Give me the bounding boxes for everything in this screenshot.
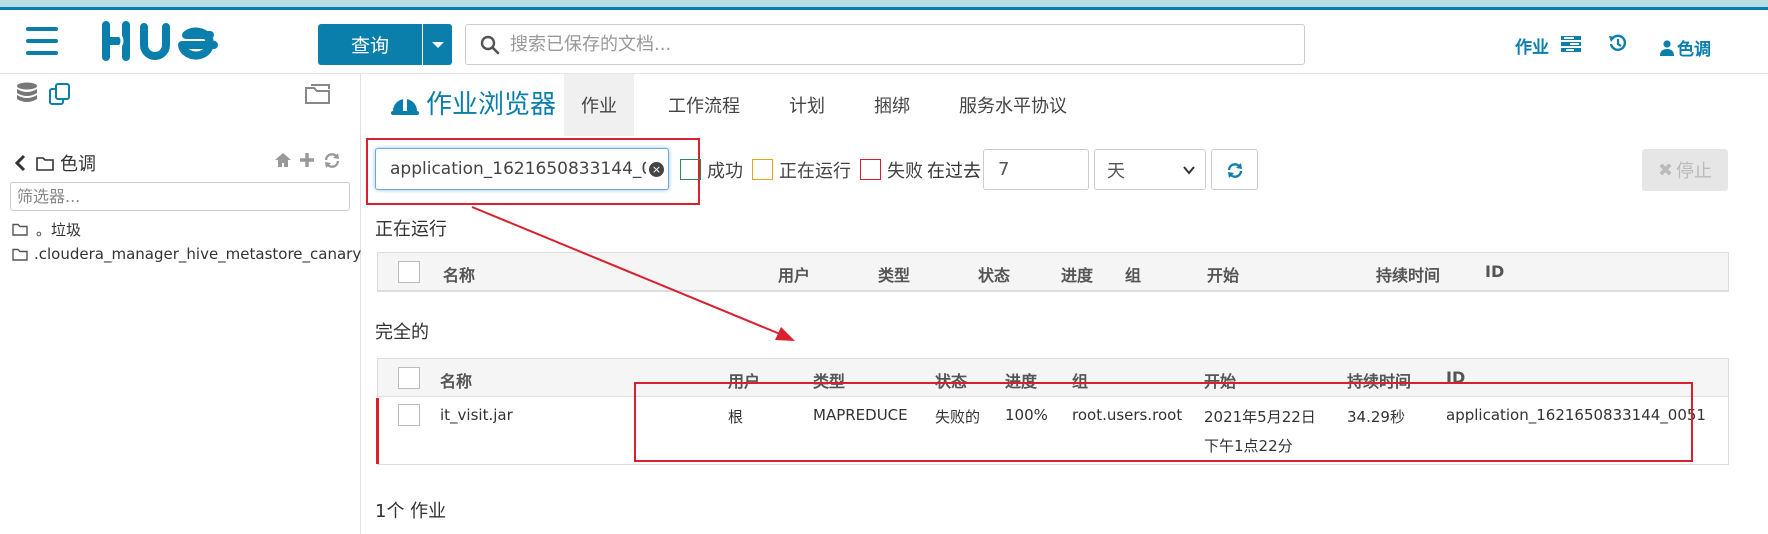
app-title-text: 作业浏览器: [426, 90, 557, 120]
table-header: 名称 用户 类型 状态 进度 组 开始 持续时间 ID: [378, 253, 1728, 291]
database-icon[interactable]: [16, 82, 38, 106]
left-assist-panel: 色调 。垃圾 .cloudera_manager_hive_metastore_…: [0, 74, 361, 534]
job-name[interactable]: it_visit.jar: [440, 406, 513, 424]
failed-label: 失败: [887, 161, 923, 182]
tab-schedules[interactable]: 计划: [772, 74, 842, 136]
stop-button-label: 停止: [1676, 161, 1713, 182]
tree-item-label: 。垃圾: [36, 221, 82, 239]
tab-workflows[interactable]: 工作流程: [651, 74, 757, 136]
running-checkbox[interactable]: [752, 159, 773, 180]
search-box: [465, 24, 1305, 65]
table-header: 名称 用户 类型 状态 进度 组 开始 持续时间 ID: [378, 359, 1728, 397]
job-start-date: 2021年5月22日: [1204, 408, 1316, 426]
clear-input-icon[interactable]: ×: [649, 162, 664, 177]
col-name[interactable]: 名称: [440, 368, 472, 392]
job-duration: 34.29秒: [1347, 408, 1405, 426]
running-section-title: 正在运行: [375, 219, 447, 240]
col-start[interactable]: 开始: [1207, 262, 1239, 286]
hue-logo[interactable]: [100, 19, 224, 63]
row-checkbox[interactable]: [398, 404, 420, 426]
job-id-input[interactable]: [390, 155, 646, 183]
jobs-link[interactable]: 作业: [1515, 33, 1549, 58]
refresh-icon: [1227, 163, 1243, 178]
query-button[interactable]: 查询: [318, 24, 422, 65]
col-duration[interactable]: 持续时间: [1376, 262, 1440, 286]
plus-icon[interactable]: [299, 152, 315, 168]
success-checkbox[interactable]: [680, 159, 701, 180]
tree-item-label: .cloudera_manager_hive_metastore_canary: [34, 245, 362, 263]
completed-jobs-table: 名称 用户 类型 状态 进度 组 开始 持续时间 ID it_visit.jar…: [376, 358, 1729, 465]
col-start[interactable]: 开始: [1204, 368, 1236, 392]
stop-button[interactable]: ✖ 停止: [1642, 149, 1728, 191]
filter-input[interactable]: [10, 182, 350, 211]
col-progress[interactable]: 进度: [1005, 368, 1037, 392]
chevron-left-icon[interactable]: [14, 154, 26, 172]
open-folder-icon[interactable]: [304, 82, 334, 106]
close-icon: ✖: [1657, 159, 1674, 181]
user-name: 色调: [1677, 40, 1711, 60]
breadcrumb-label[interactable]: 色调: [60, 150, 96, 176]
select-all-checkbox[interactable]: [398, 367, 420, 389]
folder-icon: [12, 248, 28, 261]
query-dropdown-caret-icon[interactable]: [423, 24, 452, 65]
browser-top-strip: [0, 0, 1768, 10]
time-unit-select[interactable]: 天: [1094, 149, 1206, 190]
days-input[interactable]: [983, 149, 1089, 190]
refresh-icon[interactable]: [323, 152, 341, 169]
col-duration[interactable]: 持续时间: [1347, 368, 1411, 392]
home-icon[interactable]: [274, 152, 292, 168]
job-id-filter: ×: [375, 148, 669, 190]
col-progress[interactable]: 进度: [1061, 262, 1093, 286]
col-group[interactable]: 组: [1072, 368, 1088, 392]
folder-icon: [36, 156, 54, 171]
tree-item-canary[interactable]: .cloudera_manager_hive_metastore_canary: [12, 245, 361, 263]
search-input[interactable]: [510, 29, 1290, 60]
refresh-button[interactable]: [1211, 149, 1258, 190]
job-group: root.users.root: [1072, 406, 1183, 424]
col-status[interactable]: 状态: [978, 262, 1010, 286]
job-id[interactable]: application_1621650833144_0051: [1446, 406, 1706, 424]
documents-icon[interactable]: [48, 82, 72, 106]
running-label: 正在运行: [779, 161, 851, 182]
job-tasks-icon[interactable]: [1561, 35, 1581, 53]
job-user: 根: [728, 408, 744, 426]
tree-item-trash[interactable]: 。垃圾: [12, 219, 81, 240]
breadcrumb: 色调: [14, 150, 96, 176]
history-icon[interactable]: [1608, 33, 1628, 53]
in-past-label: 在过去: [927, 161, 981, 182]
tab-bundles[interactable]: 捆绑: [857, 74, 927, 136]
top-header: 查询 作业 色调: [0, 13, 1768, 74]
folder-icon: [12, 223, 28, 236]
col-type[interactable]: 类型: [813, 368, 845, 392]
job-start-time: 下午1点22分: [1204, 437, 1293, 455]
col-type[interactable]: 类型: [878, 262, 910, 286]
col-name[interactable]: 名称: [443, 262, 475, 286]
job-progress: 100%: [1005, 406, 1048, 424]
success-label: 成功: [707, 161, 743, 182]
hamburger-menu-icon[interactable]: [26, 27, 58, 55]
job-type: MAPREDUCE: [813, 406, 908, 424]
user-icon: [1660, 39, 1674, 56]
app-title: 作业浏览器: [390, 84, 556, 121]
col-id[interactable]: ID: [1485, 262, 1504, 281]
job-count: 1个 作业: [375, 501, 447, 522]
time-unit-value: 天: [1107, 160, 1125, 182]
col-user[interactable]: 用户: [778, 262, 810, 286]
chevron-down-icon: [1183, 166, 1195, 175]
tab-sla[interactable]: 服务水平协议: [942, 74, 1084, 136]
table-row[interactable]: it_visit.jar 根 MAPREDUCE 失败的 100% root.u…: [378, 398, 1728, 464]
col-user[interactable]: 用户: [728, 368, 760, 392]
select-all-checkbox[interactable]: [398, 261, 420, 283]
col-group[interactable]: 组: [1125, 262, 1141, 286]
failed-checkbox[interactable]: [860, 159, 881, 180]
col-status[interactable]: 状态: [935, 368, 967, 392]
running-jobs-table: 名称 用户 类型 状态 进度 组 开始 持续时间 ID: [377, 252, 1729, 292]
tab-jobs[interactable]: 作业: [564, 74, 634, 136]
user-menu[interactable]: 色调: [1660, 35, 1711, 60]
hard-hat-icon: [391, 96, 419, 115]
col-id[interactable]: ID: [1446, 368, 1465, 387]
search-icon: [480, 35, 500, 55]
completed-section-title: 完全的: [375, 322, 429, 343]
job-status: 失败的: [935, 408, 981, 426]
